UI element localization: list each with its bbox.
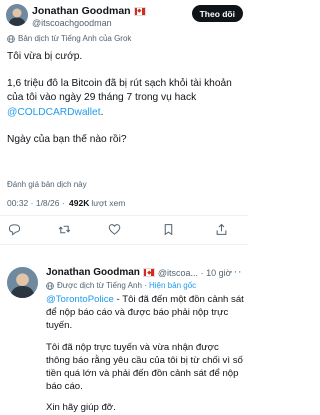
reply-translation-note-text: Được dịch từ Tiếng Anh <box>57 281 142 290</box>
reply-post[interactable]: Jonathan Goodman @itscoa... · 10 giờ ···… <box>0 245 248 413</box>
reply-author-row: Jonathan Goodman @itscoa... · 10 giờ <box>46 267 231 278</box>
avatar-image-icon <box>7 267 38 298</box>
canada-flag-icon <box>142 268 155 277</box>
more-options-icon[interactable]: ··· <box>230 266 243 278</box>
author-handle[interactable]: @itscoachgoodman <box>32 18 112 28</box>
avatar[interactable] <box>6 4 28 26</box>
like-icon[interactable] <box>108 223 121 236</box>
coldcard-mention-link[interactable]: @COLDCARDwallet <box>7 107 101 118</box>
reply-paragraph-3: Xin hãy giúp đỡ. <box>46 402 116 414</box>
share-icon[interactable] <box>215 223 228 236</box>
post-body: Tôi vừa bị cướp. 1,6 triệu đô la Bitcoin… <box>7 50 243 148</box>
show-original-link[interactable]: Hiện bản gốc <box>149 281 196 290</box>
reply-author-name[interactable]: Jonathan Goodman <box>46 267 140 278</box>
views-label: lượt xem <box>91 198 126 208</box>
reply-author-handle[interactable]: @itscoa... <box>158 268 198 278</box>
reply-paragraph-1: @TorontoPolice - Tôi đã đến một đồn cảnh… <box>46 293 244 333</box>
avatar-image-icon <box>6 4 28 26</box>
globe-icon <box>46 281 54 290</box>
repost-icon[interactable] <box>58 223 71 236</box>
reply-meta-separator: · <box>198 267 207 278</box>
meta-separator: · <box>59 198 68 208</box>
reply-paragraph-2: Tôi đã nộp trực tuyến và vừa nhận được t… <box>46 341 243 393</box>
main-post: Jonathan Goodman @itscoachgoodman Theo d… <box>0 0 248 245</box>
meta-separator: · <box>28 198 36 208</box>
action-bar <box>0 223 248 239</box>
body-line-3: Ngày của bạn thế nào rồi? <box>7 134 127 145</box>
body-mention-tail: . <box>100 106 104 118</box>
rate-translation-link[interactable]: Đánh giá bản dịch này <box>7 180 87 189</box>
translation-note[interactable]: Bản dịch từ Tiếng Anh của Grok <box>7 34 131 43</box>
reply-icon[interactable] <box>8 223 21 236</box>
divider <box>0 215 248 216</box>
author-row: Jonathan Goodman <box>32 5 146 17</box>
view-count: 492K <box>69 198 90 208</box>
reply-avatar[interactable] <box>7 267 38 298</box>
reply-translation-note: Được dịch từ Tiếng Anh · Hiện bản gốc <box>46 281 196 290</box>
globe-icon <box>7 34 15 43</box>
body-paragraph-2: 1,6 triệu đô la Bitcoin đã bị rút sạch k… <box>7 77 243 121</box>
toronto-police-mention-link[interactable]: @TorontoPolice <box>46 294 114 305</box>
canada-flag-icon <box>133 6 146 16</box>
post-date[interactable]: 1/8/26 <box>36 198 60 208</box>
post-time[interactable]: 00:32 <box>7 198 28 208</box>
follow-button[interactable]: Theo dõi <box>191 5 243 22</box>
reply-body: @TorontoPolice - Tôi đã đến một đồn cảnh… <box>46 293 244 415</box>
body-line-2: 1,6 triệu đô la Bitcoin đã bị rút sạch k… <box>7 77 232 104</box>
body-line-1: Tôi vừa bị cướp. <box>7 51 83 62</box>
separator: · <box>141 281 149 290</box>
post-meta: 00:32 · 1/8/26 · 492K lượt xem <box>7 198 125 208</box>
translation-note-text: Bản dịch từ Tiếng Anh của Grok <box>18 34 132 43</box>
bookmark-icon[interactable] <box>162 223 175 236</box>
author-name[interactable]: Jonathan Goodman <box>32 5 131 17</box>
reply-age[interactable]: 10 giờ <box>206 268 231 278</box>
